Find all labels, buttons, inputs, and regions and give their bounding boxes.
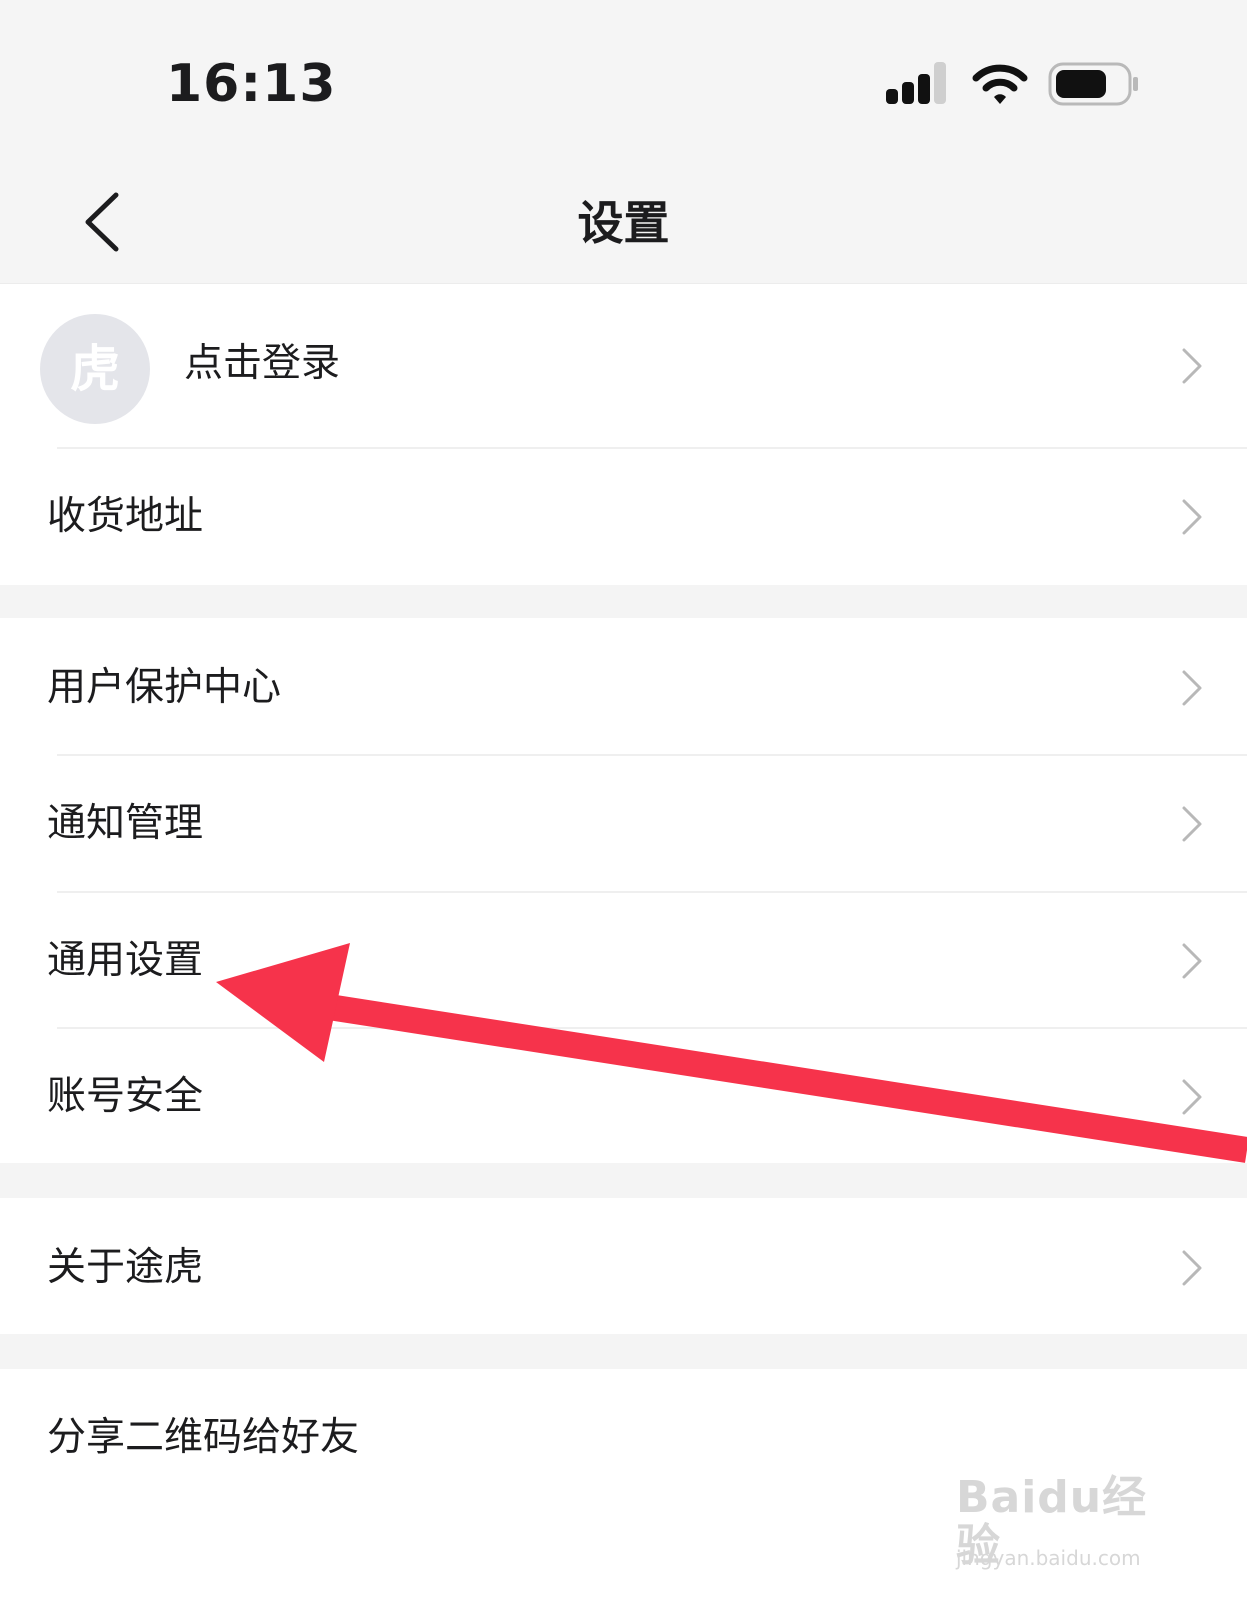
chevron-right-icon (1182, 499, 1202, 535)
chevron-right-icon (1182, 1250, 1202, 1286)
login-row[interactable]: 虎 点击登录 (0, 284, 1247, 448)
page-title: 设置 (577, 196, 670, 250)
status-bar: 16:13 (0, 0, 1247, 165)
wifi-icon (972, 64, 1028, 104)
avatar: 虎 (40, 314, 150, 424)
section-gap (0, 1334, 1247, 1369)
login-label: 点击登录 (184, 341, 341, 386)
list-item-address[interactable]: 收货地址 (0, 449, 1247, 585)
cellular-signal-icon (886, 62, 946, 104)
battery-icon (1048, 62, 1138, 106)
item-label: 账号安全 (47, 1074, 204, 1119)
status-time: 16:13 (166, 54, 337, 114)
item-label: 收货地址 (47, 494, 204, 539)
item-label: 用户保护中心 (47, 665, 282, 710)
watermark: Baidu经验 jingyan.baidu.com (948, 1464, 1188, 1574)
list-item-general-settings[interactable]: 通用设置 (0, 893, 1247, 1027)
chevron-right-icon (1182, 806, 1202, 842)
chevron-right-icon (1182, 348, 1202, 384)
chevron-right-icon (1182, 1079, 1202, 1115)
chevron-right-icon (1182, 670, 1202, 706)
item-label: 通用设置 (47, 938, 204, 983)
nav-bar: 设置 (0, 165, 1247, 284)
item-label: 关于途虎 (47, 1245, 204, 1290)
watermark-url: jingyan.baidu.com (956, 1546, 1141, 1570)
item-label: 通知管理 (47, 801, 204, 846)
section-gap (0, 585, 1247, 618)
list-item-about[interactable]: 关于途虎 (0, 1198, 1247, 1334)
chevron-right-icon (1182, 943, 1202, 979)
avatar-logo: 虎 (70, 340, 120, 398)
list-item-account-security[interactable]: 账号安全 (0, 1029, 1247, 1163)
section-gap (0, 1163, 1247, 1198)
list-item-notifications[interactable]: 通知管理 (0, 756, 1247, 891)
item-label: 分享二维码给好友 (47, 1415, 360, 1460)
list-item-user-protection[interactable]: 用户保护中心 (0, 618, 1247, 754)
